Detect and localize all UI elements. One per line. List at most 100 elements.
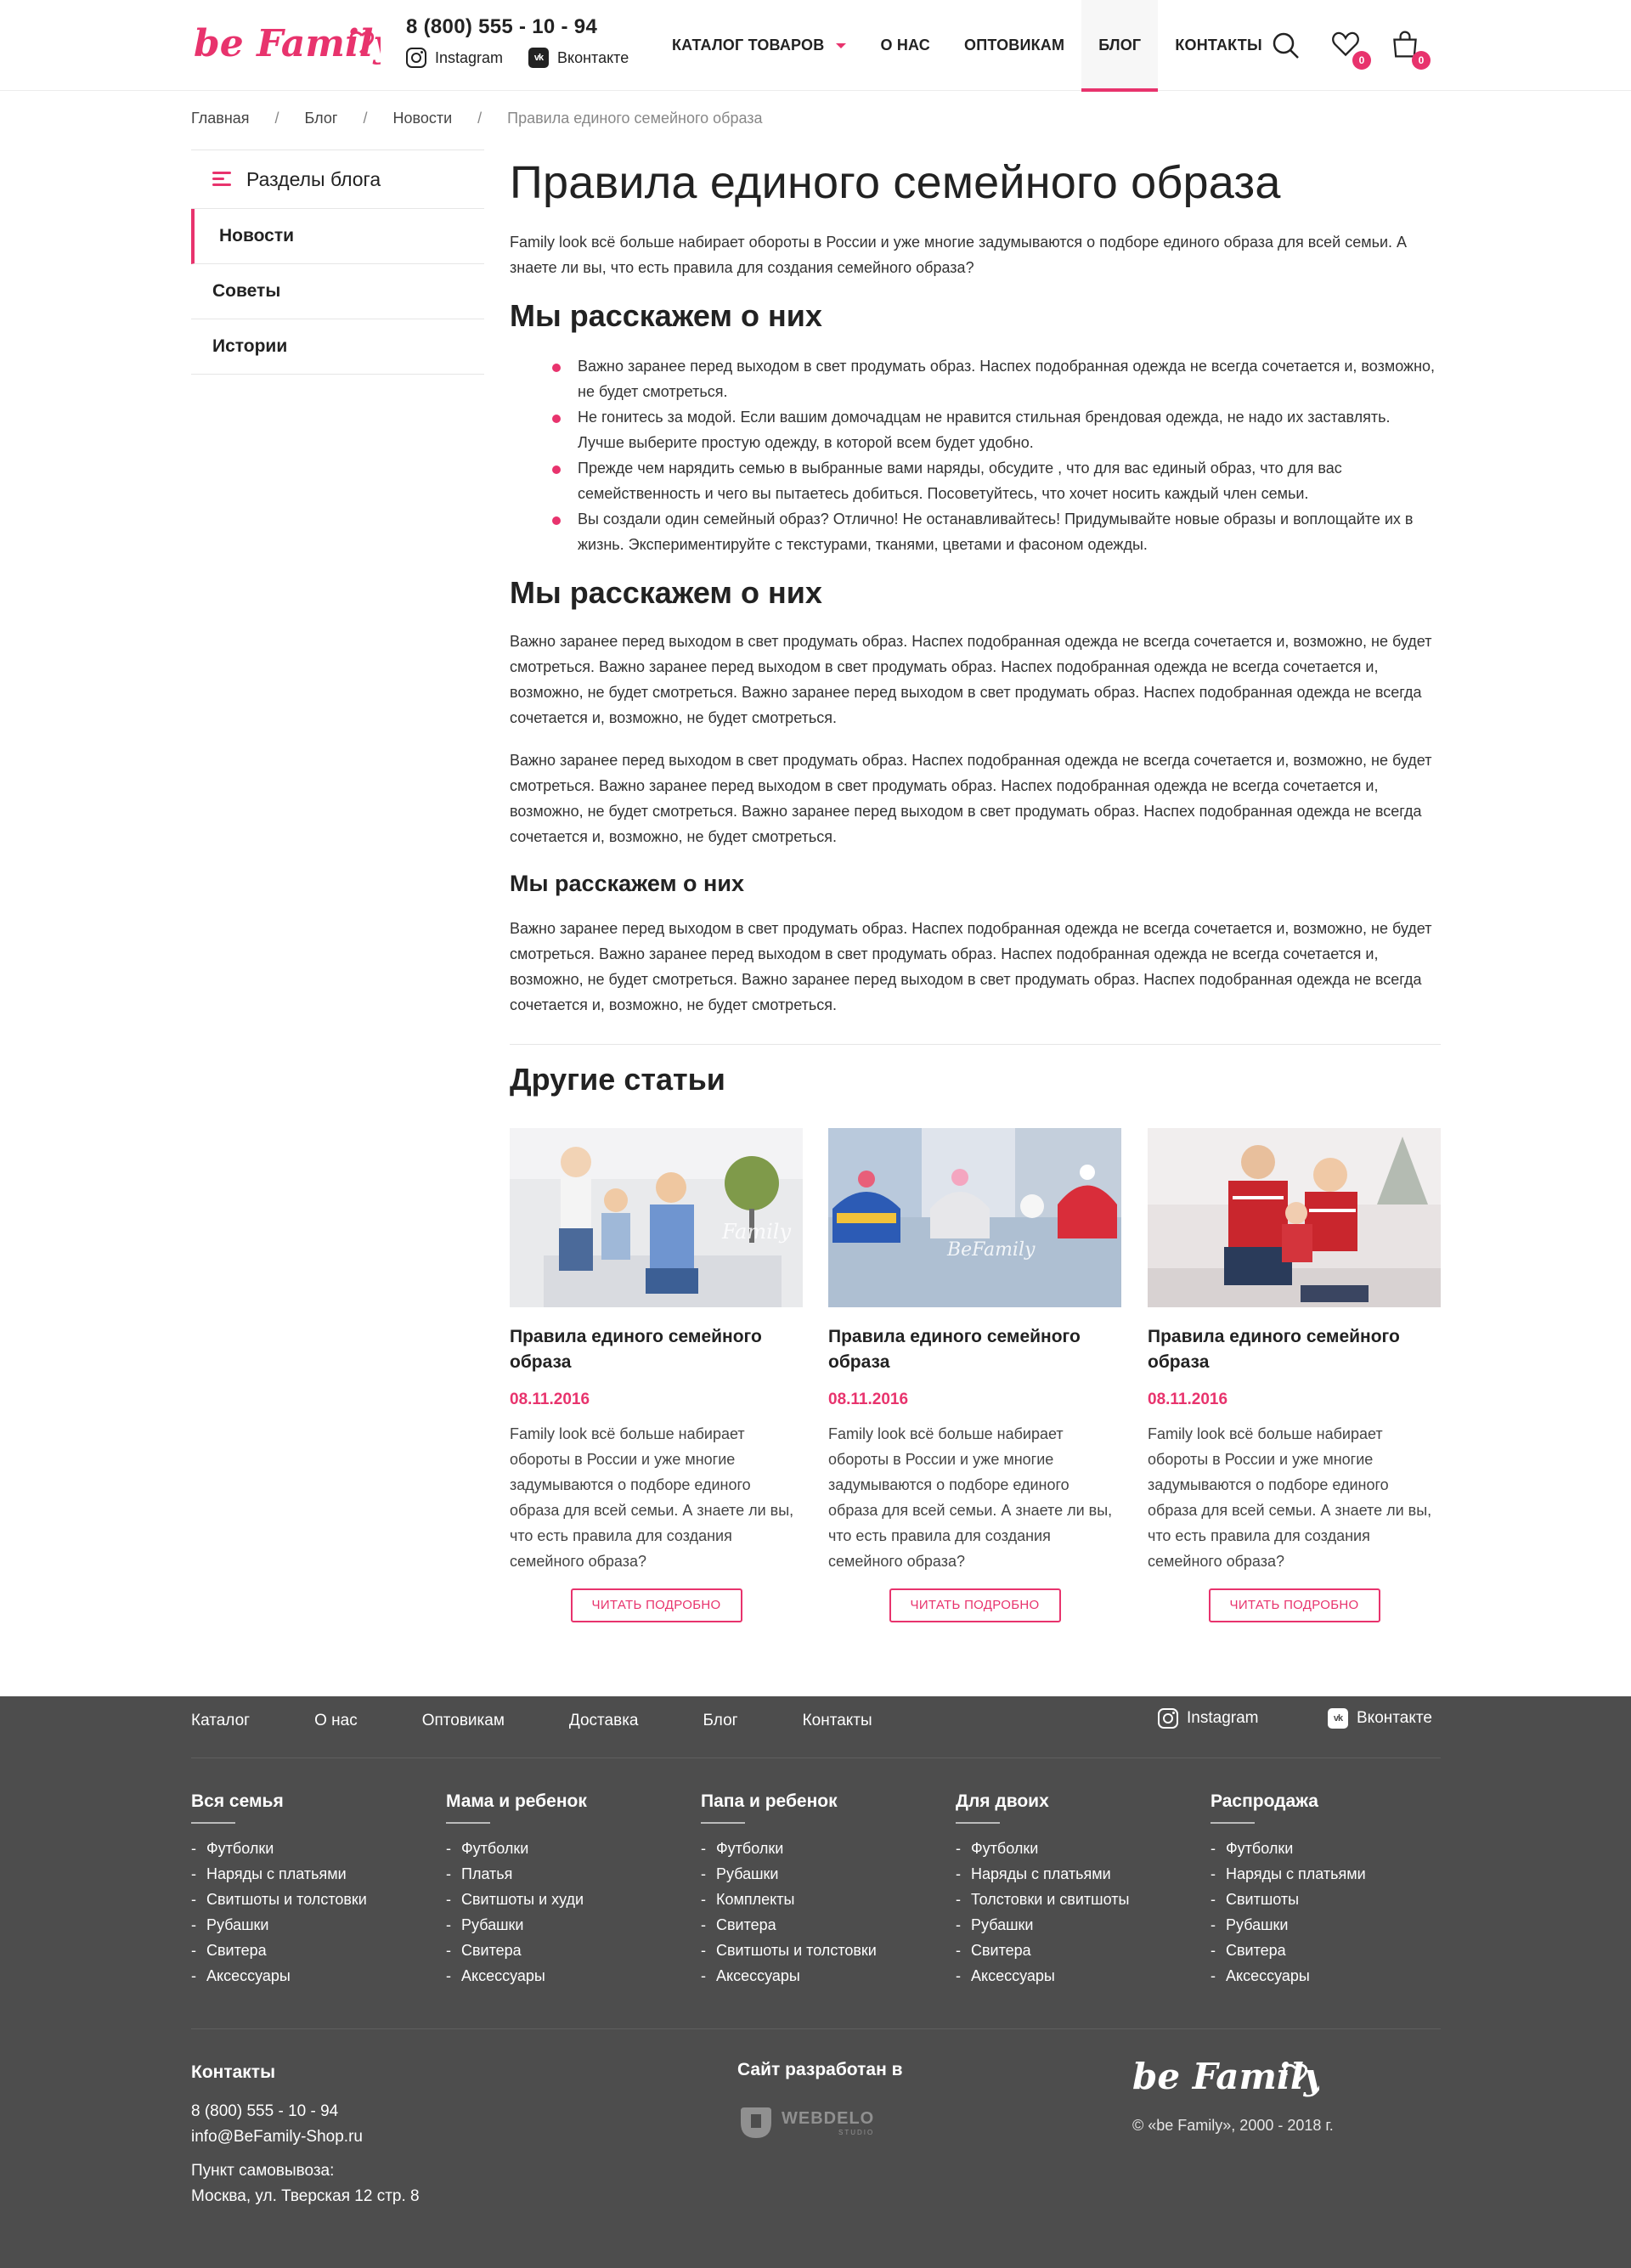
footer-link[interactable]: Платья — [446, 1861, 684, 1887]
vk-icon: vk — [1328, 1708, 1348, 1729]
nav-blog[interactable]: БЛОГ — [1081, 0, 1159, 92]
footer-link[interactable]: Наряды с платьями — [191, 1861, 429, 1887]
footer-link[interactable]: Свитшоты и толстовки — [701, 1938, 939, 1963]
footer-link[interactable]: Рубашки — [1211, 1912, 1448, 1938]
article-card-image[interactable]: Family — [510, 1128, 803, 1307]
webdelo-logo-subtext: STUDIO — [838, 2129, 875, 2136]
footer-link[interactable]: Наряды с платьями — [956, 1861, 1194, 1887]
footer-column: Мама и ребенок Футболки Платья Свитшоты … — [446, 1791, 684, 1989]
site-header: be Family 8 (800) 555 - 10 - 94 Instagra… — [0, 0, 1631, 92]
sidebar-item-news[interactable]: Новости — [191, 209, 484, 264]
footer-link[interactable]: Свитера — [701, 1912, 939, 1938]
footer-nav-contacts[interactable]: Контакты — [803, 1712, 872, 1730]
footer-column-title[interactable]: Для двоих — [956, 1791, 1194, 1812]
footer-brand: be Family © «be Family», 2000 - 2018 г. — [1132, 2053, 1334, 2135]
webdelo-logo-text: WEBDELO — [782, 2109, 875, 2128]
footer-link[interactable]: Комплекты — [701, 1887, 939, 1912]
nav-contacts[interactable]: КОНТАКТЫ — [1158, 0, 1279, 91]
logo[interactable]: be Family — [194, 19, 398, 75]
article-card-image[interactable]: BeFamily — [828, 1128, 1121, 1307]
footer-nav-wholesale[interactable]: Оптовикам — [422, 1712, 505, 1730]
footer-link[interactable]: Свитшоты — [1211, 1887, 1448, 1912]
footer-link[interactable]: Аксессуары — [1211, 1963, 1448, 1989]
nav-about[interactable]: О НАС — [863, 0, 947, 91]
nav-wholesale[interactable]: ОПТОВИКАМ — [947, 0, 1081, 91]
other-articles-title: Другие статьи — [510, 1062, 725, 1097]
footer-nav-blog[interactable]: Блог — [703, 1712, 738, 1730]
breadcrumb-blog[interactable]: Блог — [305, 110, 338, 127]
instagram-icon — [1158, 1708, 1178, 1729]
article-card-title[interactable]: Правила единого семейного образа — [1148, 1324, 1441, 1375]
footer-logo[interactable]: be Family — [1132, 2053, 1327, 2104]
article-card: BeFamily Правила единого семейного образ… — [828, 1128, 1121, 1622]
article-paragraph: Важно заранее перед выходом в свет проду… — [510, 633, 1432, 726]
footer-link[interactable]: Футболки — [191, 1836, 429, 1861]
footer-vk-link[interactable]: vk Вконтакте — [1328, 1708, 1432, 1729]
footer-logo-text: be Family — [1132, 2056, 1319, 2097]
footer-column-title[interactable]: Папа и ребенок — [701, 1791, 939, 1812]
footer-link[interactable]: Аксессуары — [191, 1963, 429, 1989]
footer-link[interactable]: Футболки — [956, 1836, 1194, 1861]
footer-column-title[interactable]: Вся семья — [191, 1791, 429, 1812]
footer-link[interactable]: Футболки — [1211, 1836, 1448, 1861]
article-paragraph: Важно заранее перед выходом в свет проду… — [510, 752, 1432, 845]
footer-column-title[interactable]: Распродажа — [1211, 1791, 1448, 1812]
list-item: Не гонитесь за модой. Если вашим домочад… — [552, 404, 1441, 455]
breadcrumb-separator: / — [477, 110, 483, 127]
footer-email[interactable]: info@BeFamily-Shop.ru — [191, 2124, 420, 2150]
svg-text:BeFamily: BeFamily — [946, 1239, 1036, 1261]
webdelo-logo[interactable]: WEBDELO STUDIO — [737, 2104, 903, 2141]
footer-link[interactable]: Свитшоты и толстовки — [191, 1887, 429, 1912]
footer-link[interactable]: Футболки — [446, 1836, 684, 1861]
footer-link[interactable]: Рубашки — [446, 1912, 684, 1938]
article-card: Правила единого семейного образа 08.11.2… — [1148, 1128, 1441, 1622]
read-more-button[interactable]: ЧИТАТЬ ПОДРОБНО — [889, 1588, 1061, 1622]
read-more-button[interactable]: ЧИТАТЬ ПОДРОБНО — [1208, 1588, 1380, 1622]
footer-link[interactable]: Свитшоты и худи — [446, 1887, 684, 1912]
footer-link[interactable]: Свитера — [446, 1938, 684, 1963]
footer-link[interactable]: Свитера — [956, 1938, 1194, 1963]
breadcrumb-home[interactable]: Главная — [191, 110, 250, 127]
footer-link[interactable]: Свитера — [1211, 1938, 1448, 1963]
footer-link[interactable]: Аксессуары — [446, 1963, 684, 1989]
footer-nav-about[interactable]: О нас — [314, 1712, 358, 1730]
sidebar-item-tips[interactable]: Советы — [191, 264, 484, 319]
breadcrumb: Главная / Блог / Новости / Правила единого … — [191, 110, 763, 127]
list-item: Важно заранее перед выходом в свет проду… — [552, 353, 1441, 404]
sidebar-item-stories[interactable]: Истории — [191, 319, 484, 375]
footer-pickup-address: Москва, ул. Тверская 12 стр. 8 — [191, 2187, 420, 2205]
nav-catalog[interactable]: КАТАЛОГ ТОВАРОВ — [655, 0, 863, 91]
footer-column-title[interactable]: Мама и ребенок — [446, 1791, 684, 1812]
footer-link[interactable]: Футболки — [701, 1836, 939, 1861]
article-card-title[interactable]: Правила единого семейного образа — [510, 1324, 803, 1375]
read-more-button[interactable]: ЧИТАТЬ ПОДРОБНО — [570, 1588, 742, 1622]
article-paragraph: Важно заранее перед выходом в свет проду… — [510, 920, 1432, 1013]
footer-link[interactable]: Рубашки — [191, 1912, 429, 1938]
footer-link[interactable]: Толстовки и свитшоты — [956, 1887, 1194, 1912]
vk-label: Вконтакте — [1357, 1709, 1432, 1727]
footer-link[interactable]: Аксессуары — [956, 1963, 1194, 1989]
header-instagram-link[interactable]: Instagram — [406, 48, 503, 68]
article-card-title[interactable]: Правила единого семейного образа — [828, 1324, 1121, 1375]
divider — [956, 1822, 1000, 1824]
footer-link[interactable]: Свитера — [191, 1938, 429, 1963]
footer-nav-delivery[interactable]: Доставка — [569, 1712, 639, 1730]
article: Правила единого семейного образа Family … — [510, 153, 1441, 1018]
cart-button[interactable]: 0 — [1390, 29, 1431, 70]
article-card-image[interactable] — [1148, 1128, 1441, 1307]
footer-instagram-link[interactable]: Instagram — [1158, 1708, 1258, 1729]
header-vk-link[interactable]: vk Вконтакте — [528, 48, 629, 68]
footer-link[interactable]: Рубашки — [701, 1861, 939, 1887]
footer-link[interactable]: Аксессуары — [701, 1963, 939, 1989]
footer-nav-catalog[interactable]: Каталог — [191, 1712, 250, 1730]
footer-link[interactable]: Наряды с платьями — [1211, 1861, 1448, 1887]
header-phone[interactable]: 8 (800) 555 - 10 - 94 — [406, 15, 597, 39]
sidebar-title: Разделы блога — [246, 167, 381, 190]
search-button[interactable] — [1269, 29, 1303, 63]
page-title: Правила единого семейного образа — [510, 157, 1281, 208]
site-footer: Каталог О нас Оптовикам Доставка Блог Ко… — [0, 1696, 1631, 2268]
wishlist-button[interactable]: 0 — [1330, 29, 1371, 70]
footer-link[interactable]: Рубашки — [956, 1912, 1194, 1938]
footer-phone[interactable]: 8 (800) 555 - 10 - 94 — [191, 2099, 420, 2124]
breadcrumb-news[interactable]: Новости — [392, 110, 452, 127]
